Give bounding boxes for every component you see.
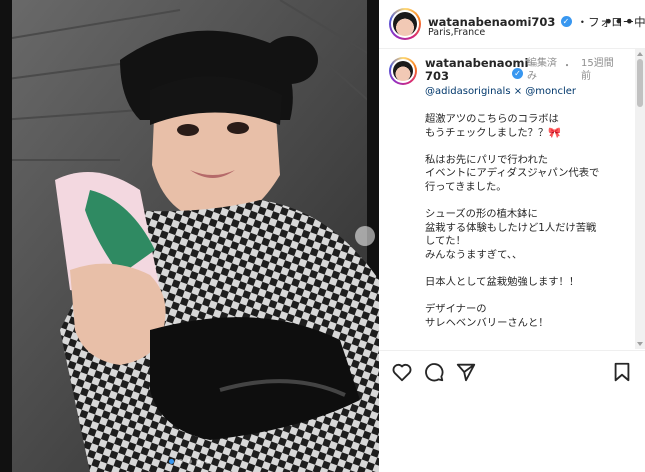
comment-icon[interactable] [423,361,445,383]
carousel-dot[interactable] [205,459,210,464]
timestamp-line1[interactable]: 15週間 [581,57,614,70]
header-separator: ・ [576,15,589,29]
avatar[interactable] [389,8,421,40]
post-header: watanabenaomi703 ✓ ・フォロー中 Paris,France •… [379,0,645,49]
share-icon[interactable] [455,361,477,383]
heart-icon[interactable] [391,361,413,383]
action-bar [379,350,645,391]
bookmark-icon[interactable] [611,361,633,383]
caption-paragraph: 私はお先にパリで行われた イベントにアディダスジャパン代表で 行ってきました。 [425,153,600,193]
edited-label-line1: 編集済 [527,58,557,69]
mentions[interactable]: @adidasoriginals × @moncler [425,86,576,97]
comments-scrollbar[interactable] [635,49,645,349]
caption-paragraph: 超激アツのこちらのコラボは もうチェックしました？？🎀 [425,113,562,139]
comments-section: watanabenaomi 703 ✓ 編集済 み ・ 15週間 前 @adid… [379,49,645,349]
carousel-dot[interactable] [187,459,192,464]
post-photo-illustration [0,0,379,472]
caption-text: 超激アツのこちらのコラボは もうチェックしました？？🎀 私はお先にパリで行われた… [425,113,625,344]
caption-paragraph: シューズの形の植木鉢に 盆栽する体験もしたけど1人だけ苦戦 してた！ みんなうま… [425,208,597,261]
carousel-dot[interactable] [196,459,201,464]
caption-avatar[interactable] [389,57,417,85]
caption-verified-icon: ✓ [512,68,523,79]
carousel-dots [0,459,379,464]
scroll-thumb[interactable] [637,59,643,107]
edited-label-line2: み [527,71,537,82]
scroll-up-arrow-icon[interactable] [637,52,643,56]
more-options-icon[interactable]: ••• [604,12,635,31]
location-link[interactable]: Paris,France [428,27,485,38]
verified-icon: ✓ [560,16,572,27]
post-image[interactable] [0,0,379,472]
scroll-down-arrow-icon[interactable] [637,342,643,346]
carousel-dot[interactable] [178,459,183,464]
carousel-next-button[interactable] [355,226,375,246]
post-detail-panel: watanabenaomi703 ✓ ・フォロー中 Paris,France •… [379,0,645,472]
meta-separator: ・ [562,61,572,72]
carousel-dot[interactable] [169,459,174,464]
caption-username-line2[interactable]: 703 [425,70,509,83]
caption-paragraph: 日本人として盆栽勉強します！！ [425,276,580,289]
caption-paragraph: デザイナーの サレヘベンバリーさんと！ [425,303,549,329]
timestamp-line2[interactable]: 前 [581,70,614,83]
